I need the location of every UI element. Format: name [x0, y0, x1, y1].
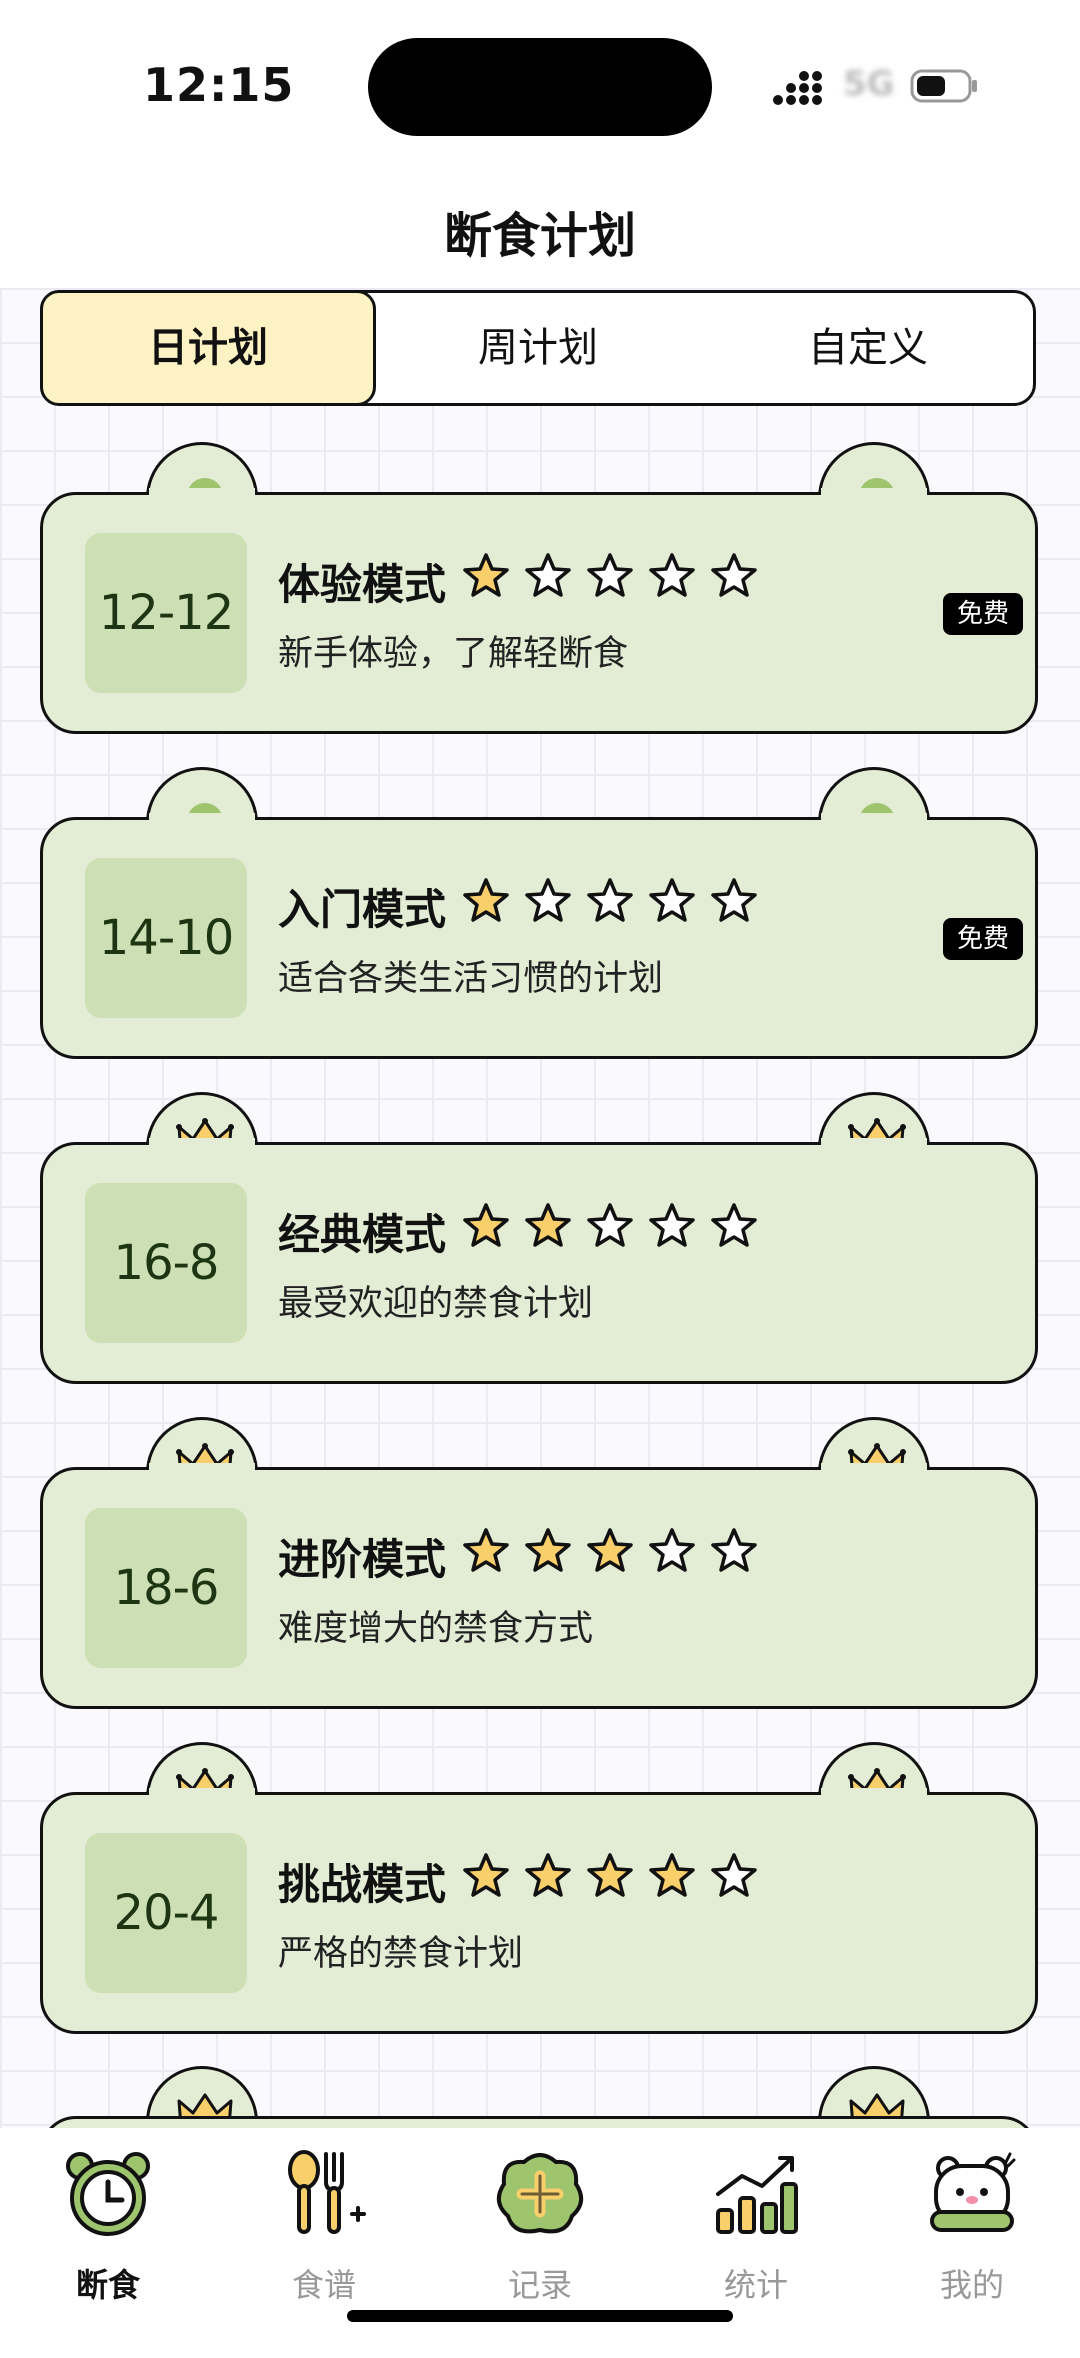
fasting-ratio: 12-12	[85, 533, 247, 693]
plan-description: 适合各类生活习惯的计划	[278, 959, 664, 999]
status-time: 12:15	[143, 58, 295, 112]
star-empty-icon	[649, 553, 695, 597]
fasting-ratio: 18-6	[85, 1508, 247, 1668]
tab-joint	[821, 1788, 927, 1798]
tab-joint	[149, 813, 255, 823]
plan-name: 挑战模式	[278, 1860, 447, 1909]
star-filled-icon	[587, 1528, 633, 1572]
alarm-clock-icon	[66, 2152, 150, 2236]
plan-card-body[interactable]: 14-10 入门模式适合各类生活习惯的计划 免费	[40, 817, 1038, 1059]
fasting-ratio: 14-10	[85, 858, 247, 1018]
nav-profile-label: 我的	[939, 2266, 1004, 2304]
star-filled-icon	[463, 1528, 509, 1572]
star-empty-icon	[711, 1528, 757, 1572]
plan-card-4[interactable]: 18-6 进阶模式难度增大的禁食方式	[40, 1417, 1038, 1709]
fasting-ratio: 20-4	[85, 1833, 247, 1993]
plan-description: 难度增大的禁食方式	[278, 1609, 594, 1649]
plan-description: 新手体验，了解轻断食	[278, 634, 629, 674]
plan-card-body[interactable]: 12-12 体验模式新手体验，了解轻断食 免费	[40, 492, 1038, 734]
plan-card-2[interactable]: 14-10 入门模式适合各类生活习惯的计划 免费	[40, 767, 1038, 1059]
tab-joint	[149, 1138, 255, 1148]
tab-joint	[821, 1463, 927, 1473]
plan-type-tabs: 日计划 周计划 自定义	[40, 290, 1036, 406]
plan-card-3[interactable]: 16-8 经典模式最受欢迎的禁食计划	[40, 1092, 1038, 1384]
add-record-icon	[496, 2153, 584, 2234]
bar-chart-icon	[716, 2156, 798, 2234]
nav-recipes[interactable]: 食谱	[216, 2148, 432, 2308]
star-filled-icon	[649, 1853, 695, 1897]
tab-joint	[149, 488, 255, 498]
nav-recipes-label: 食谱	[291, 2266, 356, 2304]
nav-profile[interactable]: 我的	[864, 2148, 1080, 2308]
star-empty-icon	[711, 553, 757, 597]
battery-icon	[910, 69, 977, 103]
star-empty-icon	[649, 878, 695, 922]
tab-daily-plan[interactable]: 日计划	[40, 290, 376, 406]
tab-custom-plan[interactable]: 自定义	[703, 293, 1033, 403]
difficulty-stars	[461, 1201, 771, 1251]
plan-card-body[interactable]: 18-6 进阶模式难度增大的禁食方式	[40, 1467, 1038, 1709]
nav-fasting[interactable]: 断食	[0, 2148, 216, 2308]
plan-description: 最受欢迎的禁食计划	[278, 1284, 594, 1324]
nav-statistics-label: 统计	[723, 2266, 788, 2304]
star-empty-icon	[587, 1203, 633, 1247]
difficulty-stars	[461, 876, 771, 926]
network-label: 5G	[843, 64, 895, 104]
star-empty-icon	[525, 553, 571, 597]
status-bar: 12:15 5G	[0, 0, 1080, 170]
star-empty-icon	[711, 1203, 757, 1247]
plan-card-5[interactable]: 20-4 挑战模式严格的禁食计划	[40, 1742, 1038, 2034]
home-indicator	[347, 2310, 733, 2322]
free-badge: 免费	[943, 593, 1023, 635]
signal-icon	[773, 71, 822, 105]
plan-description: 严格的禁食计划	[278, 1934, 524, 1974]
plan-name: 进阶模式	[278, 1535, 447, 1584]
tab-joint	[149, 1788, 255, 1798]
plan-name: 入门模式	[278, 885, 447, 934]
tab-joint	[821, 1138, 927, 1148]
plan-name: 体验模式	[278, 560, 447, 609]
star-filled-icon	[525, 1528, 571, 1572]
star-filled-icon	[587, 1853, 633, 1897]
tab-joint	[149, 1463, 255, 1473]
dynamic-island	[368, 38, 712, 136]
nav-fasting-label: 断食	[75, 2266, 140, 2304]
tab-weekly-plan[interactable]: 周计划	[373, 293, 703, 403]
nav-record-label: 记录	[507, 2266, 572, 2304]
star-empty-icon	[711, 878, 757, 922]
plan-name: 经典模式	[278, 1210, 447, 1259]
star-empty-icon	[587, 878, 633, 922]
star-filled-icon	[463, 553, 509, 597]
star-filled-icon	[463, 878, 509, 922]
bear-profile-icon	[930, 2152, 1016, 2232]
tab-joint	[821, 813, 927, 823]
star-empty-icon	[649, 1528, 695, 1572]
star-filled-icon	[525, 1853, 571, 1897]
plan-card-body[interactable]: 20-4 挑战模式严格的禁食计划	[40, 1792, 1038, 2034]
utensils-icon	[288, 2150, 366, 2234]
fasting-ratio: 16-8	[85, 1183, 247, 1343]
difficulty-stars	[461, 551, 771, 601]
star-filled-icon	[463, 1853, 509, 1897]
free-badge: 免费	[943, 918, 1023, 960]
nav-statistics[interactable]: 统计	[648, 2148, 864, 2308]
star-empty-icon	[711, 1853, 757, 1897]
page-title: 断食计划	[443, 208, 636, 264]
difficulty-stars	[461, 1526, 771, 1576]
difficulty-stars	[461, 1851, 771, 1901]
star-empty-icon	[649, 1203, 695, 1247]
tab-joint	[821, 488, 927, 498]
star-empty-icon	[587, 553, 633, 597]
plan-card-body[interactable]: 16-8 经典模式最受欢迎的禁食计划	[40, 1142, 1038, 1384]
nav-record[interactable]: 记录	[432, 2148, 648, 2308]
star-empty-icon	[525, 878, 571, 922]
star-filled-icon	[525, 1203, 571, 1247]
plan-card-1[interactable]: 12-12 体验模式新手体验，了解轻断食 免费	[40, 442, 1038, 734]
star-filled-icon	[463, 1203, 509, 1247]
